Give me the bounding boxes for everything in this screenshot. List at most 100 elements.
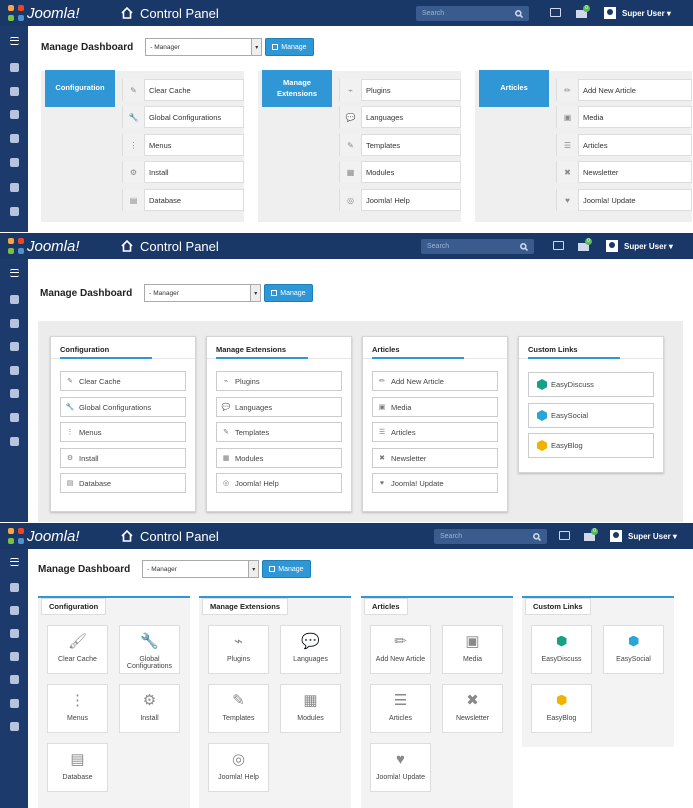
sidebar [0, 549, 28, 808]
list-item[interactable]: 🔧 Global Configurations [60, 397, 186, 417]
list-item[interactable]: ▤ Database [60, 473, 186, 493]
list-item[interactable]: ◎ Joomla! Help [216, 473, 342, 493]
tile-database[interactable]: ▤ Database [47, 743, 108, 792]
list-item[interactable]: ☰ Articles [556, 134, 692, 156]
joomla-logo[interactable]: Joomla! [0, 528, 120, 545]
search-input[interactable]: Search [421, 239, 534, 254]
dashboard-icon[interactable] [10, 63, 19, 72]
list-item[interactable]: ▣ Media [372, 397, 498, 417]
manage-button[interactable]: Manage [265, 38, 314, 56]
users-icon[interactable] [10, 629, 19, 638]
dashboard-select[interactable]: - Manager ▾ [142, 560, 260, 578]
select-value: - Manager [149, 289, 179, 297]
tile-menus[interactable]: ⋮ Menus [47, 684, 108, 733]
tile-label: Modules [297, 715, 324, 722]
list-item[interactable]: ✖ Newsletter [556, 161, 692, 183]
cogs-icon[interactable] [10, 413, 19, 422]
plug-icon[interactable] [10, 437, 19, 446]
menu-toggle-icon[interactable] [10, 558, 19, 566]
list-item[interactable]: ♥ Joomla! Update [556, 189, 692, 211]
file-icon[interactable] [10, 675, 19, 684]
plug-icon[interactable] [10, 722, 19, 731]
list-icon[interactable] [10, 366, 19, 375]
plug-icon[interactable] [10, 207, 19, 216]
file-icon[interactable] [10, 389, 19, 398]
tile-templates[interactable]: ✎ Templates [208, 684, 269, 733]
tile-plugins[interactable]: ⌁ Plugins [208, 625, 269, 674]
list-item[interactable]: 💬 Languages [216, 397, 342, 417]
tile-joomla-update[interactable]: ♥ Joomla! Update [370, 743, 431, 792]
database-icon: ▤ [123, 189, 145, 211]
search-input[interactable]: Search [434, 529, 547, 544]
dashboard-icon[interactable] [10, 295, 19, 304]
tile-joomla-help[interactable]: ◎ Joomla! Help [208, 743, 269, 792]
dashboard-select[interactable]: - Manager ▾ [144, 284, 262, 302]
dashboard-select[interactable]: - Manager ▾ [145, 38, 263, 56]
tile-global-configurations[interactable]: 🔧 Global Configurations [119, 625, 180, 674]
list-item[interactable]: ✖ Newsletter [372, 448, 498, 468]
manage-dashboard-bar: Manage Dashboard - Manager ▾ Manage [41, 38, 314, 56]
tile-clear-cache[interactable]: 🖌 Clear Cache [47, 625, 108, 674]
list-item[interactable]: ⚙ Install [122, 161, 244, 183]
monitor-icon[interactable] [559, 531, 570, 540]
custom-link-easyblog[interactable]: EasyBlog [528, 433, 654, 458]
list-icon[interactable] [10, 134, 19, 143]
list-item[interactable]: ♥ Joomla! Update [372, 473, 498, 493]
list-item[interactable]: ⌁ Plugins [216, 371, 342, 391]
monitor-icon[interactable] [550, 8, 561, 17]
list-item[interactable]: ☰ Articles [372, 422, 498, 442]
file-icon[interactable] [10, 158, 19, 167]
user-menu[interactable]: Super User ▾ [606, 240, 673, 252]
list-item[interactable]: ⌁ Plugins [339, 79, 461, 101]
page-title-text: Control Panel [140, 238, 219, 254]
list-item[interactable]: ▦ Modules [216, 448, 342, 468]
search-input[interactable]: Search [416, 6, 529, 21]
gear-icon[interactable] [10, 87, 19, 96]
tile-media[interactable]: ▣ Media [442, 625, 503, 674]
list-item[interactable]: ⚙ Install [60, 448, 186, 468]
joomla-logo[interactable]: Joomla! [0, 238, 120, 255]
custom-link-easydiscuss[interactable]: EasyDiscuss [528, 372, 654, 397]
user-menu[interactable]: Super User ▾ [610, 530, 677, 542]
list-item[interactable]: ▤ Database [122, 189, 244, 211]
tile-easydiscuss[interactable]: EasyDiscuss [531, 625, 592, 674]
list-item[interactable]: ⋮ Menus [122, 134, 244, 156]
dashboard-icon[interactable] [10, 583, 19, 592]
cogs-icon[interactable] [10, 699, 19, 708]
gear-icon[interactable] [10, 606, 19, 615]
list-item[interactable]: ◎ Joomla! Help [339, 189, 461, 211]
joomla-logo[interactable]: Joomla! [0, 5, 120, 22]
list-item[interactable]: ⋮ Menus [60, 422, 186, 442]
tile-easyblog[interactable]: EasyBlog [531, 684, 592, 733]
list-item[interactable]: ✎ Templates [339, 134, 461, 156]
monitor-icon[interactable] [553, 241, 564, 250]
tile-modules[interactable]: ▦ Modules [280, 684, 341, 733]
user-menu[interactable]: Super User ▾ [604, 7, 671, 19]
tile-articles[interactable]: ☰ Articles [370, 684, 431, 733]
list-icon[interactable] [10, 652, 19, 661]
tile-easysocial[interactable]: EasySocial [603, 625, 664, 674]
menu-toggle-icon[interactable] [10, 269, 19, 277]
list-item[interactable]: ✏ Add New Article [556, 79, 692, 101]
list-item[interactable]: 🔧 Global Configurations [122, 106, 244, 128]
list-item[interactable]: 💬 Languages [339, 106, 461, 128]
menu-toggle-icon[interactable] [10, 37, 19, 45]
list-item[interactable]: ✏ Add New Article [372, 371, 498, 391]
manage-button[interactable]: Manage [262, 560, 311, 578]
custom-link-easysocial[interactable]: EasySocial [528, 403, 654, 428]
tile-newsletter[interactable]: ✖ Newsletter [442, 684, 503, 733]
users-icon[interactable] [10, 342, 19, 351]
list-item[interactable]: ▣ Media [556, 106, 692, 128]
tile-install[interactable]: ⚙ Install [119, 684, 180, 733]
users-icon[interactable] [10, 110, 19, 119]
tile-languages[interactable]: 💬 Languages [280, 625, 341, 674]
list-item[interactable]: ✎ Templates [216, 422, 342, 442]
cogs-icon[interactable] [10, 183, 19, 192]
mail-badge: 0 [583, 5, 590, 12]
gear-icon[interactable] [10, 319, 19, 328]
list-item[interactable]: ✎ Clear Cache [60, 371, 186, 391]
list-item[interactable]: ✎ Clear Cache [122, 79, 244, 101]
tile-add-new-article[interactable]: ✏ Add New Article [370, 625, 431, 674]
manage-button[interactable]: Manage [264, 284, 313, 302]
list-item[interactable]: ▦ Modules [339, 161, 461, 183]
